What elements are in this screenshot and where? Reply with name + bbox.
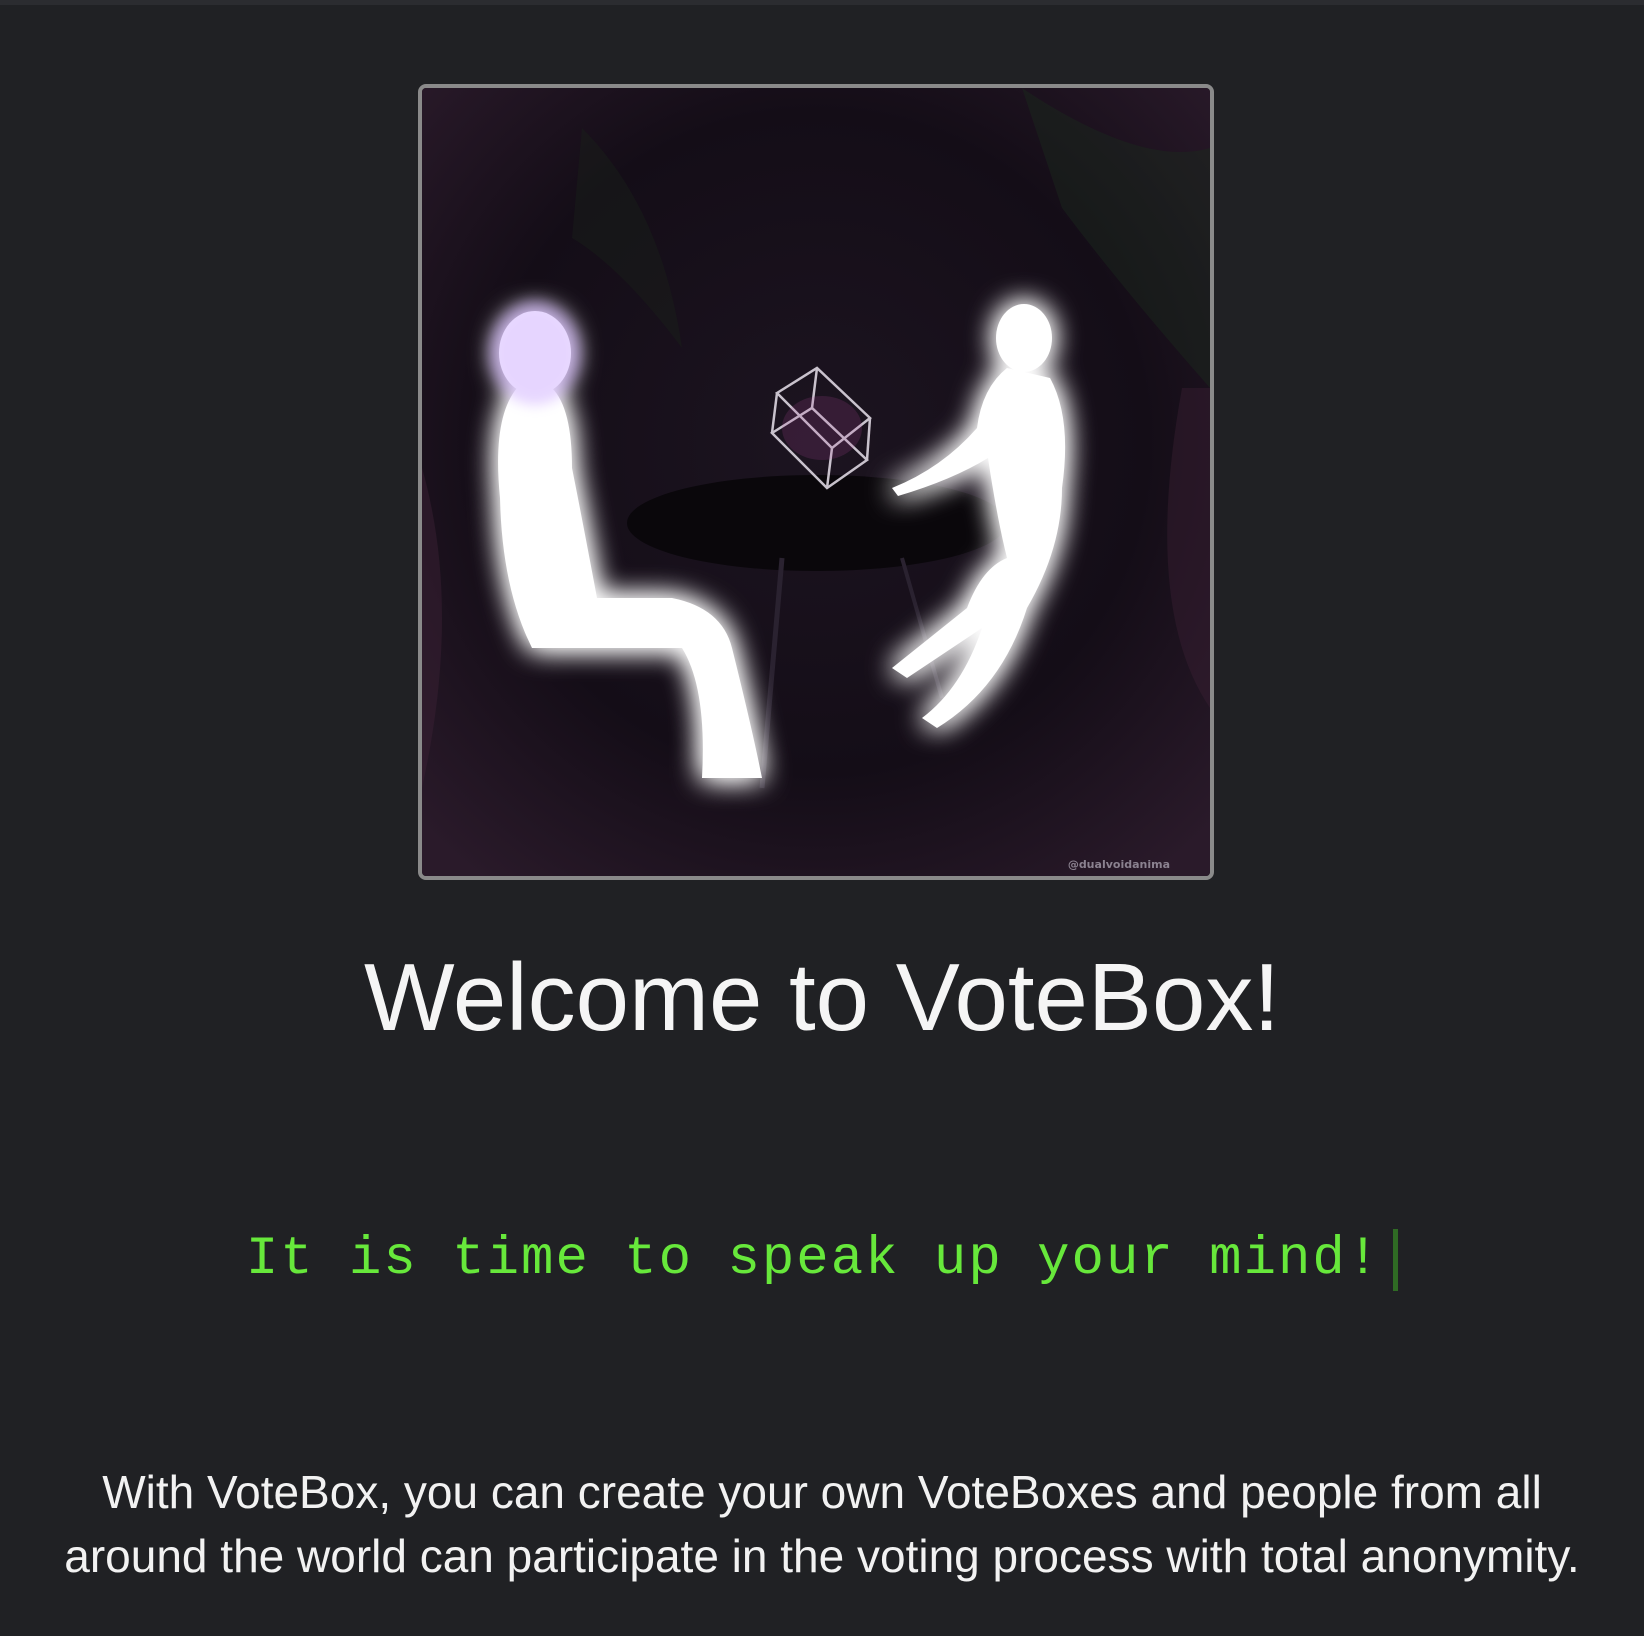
page-title: Welcome to VoteBox! bbox=[363, 944, 1281, 1051]
top-strip bbox=[0, 0, 1644, 5]
intro-paragraph: With VoteBox, you can create your own Vo… bbox=[0, 1460, 1644, 1588]
intro-line-2: around the world can participate in the … bbox=[64, 1530, 1580, 1582]
watermark-text: @dualvoidanima bbox=[1068, 858, 1170, 871]
intro-line-1: With VoteBox, you can create your own Vo… bbox=[102, 1466, 1542, 1518]
tagline: It is time to speak up your mind! bbox=[0, 1228, 1644, 1293]
typing-caret bbox=[1393, 1229, 1399, 1291]
hero-illustration: @dualvoidanima bbox=[418, 84, 1214, 880]
two-figures-cube-icon: @dualvoidanima bbox=[422, 88, 1210, 876]
tagline-text: It is time to speak up your mind! bbox=[245, 1229, 1382, 1290]
